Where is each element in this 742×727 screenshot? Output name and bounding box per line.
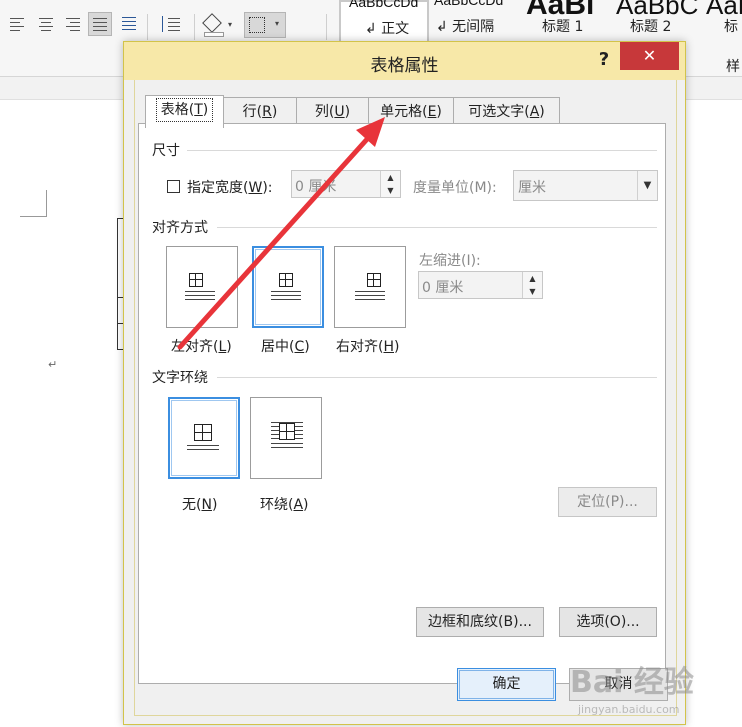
option-access-key: A [293,497,304,513]
align-center-icon[interactable] [36,12,60,36]
tab-label: 列 [314,104,329,120]
wrap-none-option[interactable] [168,397,240,479]
style-label: ↲ 无间隔 [436,19,495,35]
style-heading-2[interactable]: AaBbC 标题 2 [614,0,698,44]
options-button[interactable]: 选项(O)... [559,607,657,637]
align-left-glyph-icon [183,273,219,303]
wrap-around-label: 环绕(A) [260,497,309,513]
wrap-none-label: 无(N) [182,497,218,513]
spin-up-icon[interactable]: ▲ [523,272,542,285]
option-access-key: N [201,497,212,513]
justify-icon[interactable] [88,12,112,36]
align-right-icon[interactable] [62,12,86,36]
preferred-width-label: 指定宽度(W): [187,180,273,196]
table-properties-dialog: 表格属性 ? ✕ 表格(T) 行(R) 列(U) 单元格(E) 可选文字(A) … [123,41,686,725]
align-center-label: 居中(C) [261,339,310,355]
option-text: 左对齐 [171,339,213,355]
shading-icon[interactable]: ▾ [202,12,236,37]
borders-icon[interactable]: ▾ [244,12,286,38]
align-left-icon[interactable] [8,12,32,36]
tab-access-key: A [529,104,540,120]
style-label: 标题 1 [542,19,584,35]
left-indent-label: 左缩进(I): [419,253,481,269]
preferred-width-text: 指定宽度 [187,180,243,196]
tab-label: 单元格 [380,104,423,120]
preferred-width-access-key: W [248,180,263,196]
align-right-option[interactable] [334,246,406,328]
line-spacing-icon[interactable] [156,12,188,36]
preferred-width-checkbox[interactable] [167,180,180,193]
tab-access-key: U [334,104,345,120]
option-text: 居中 [261,339,289,355]
style-label: ↲ 正文 [365,21,410,37]
styles-group-label: 样 [726,59,740,75]
option-access-key: L [218,339,227,355]
select-value: 厘米 [518,180,546,196]
watermark-url: jingyan.baidu.com [578,703,680,716]
wrap-around-glyph-icon [269,420,305,450]
style-label: 标题 2 [630,19,672,35]
style-no-spacing[interactable]: AaBbCcDd ↲ 无间隔 [432,0,514,44]
styles-gallery: AaBbCcDd ↲ 正文 AaBbCcDd ↲ 无间隔 AaBl 标题 1 A… [338,0,742,48]
measure-unit-label: 度量单位(M): [413,180,497,196]
style-heading-1[interactable]: AaBl 标题 1 [522,0,604,44]
wrapping-section-title: 文字环绕 [152,370,208,386]
close-button[interactable]: ✕ [620,42,679,70]
tab-access-key: T [194,102,203,118]
align-right-glyph-icon [353,273,389,303]
table-border [117,218,118,350]
align-center-glyph-icon [269,273,305,303]
crop-mark [20,216,47,217]
paragraph-mark: ↵ [48,358,58,371]
tab-label: 行 [242,104,257,120]
option-access-key: C [294,339,305,355]
style-title[interactable]: AaB 标 [704,0,742,44]
tab-table[interactable]: 表格(T) [145,95,224,128]
option-access-key: H [383,339,394,355]
borders-and-shading-button[interactable]: 边框和底纹(B)... [416,607,544,637]
wrap-around-option[interactable] [250,397,322,479]
watermark-brand: Bai 经验 [570,665,694,700]
spin-down-icon[interactable]: ▼ [523,285,542,298]
align-left-label: 左对齐(L) [171,339,232,355]
left-indent-spinner[interactable]: 0 厘米 ▲ ▼ [418,271,543,299]
ok-button[interactable]: 确定 [457,668,556,701]
tab-access-key: R [262,104,272,120]
crop-mark [46,190,47,217]
section-divider [187,150,657,151]
spin-up-icon[interactable]: ▲ [381,171,400,184]
section-divider [217,377,657,378]
spinner-value: 0 厘米 [422,280,464,296]
align-left-option[interactable] [166,246,238,328]
spinner-value: 0 厘米 [295,179,337,195]
align-center-option[interactable] [252,246,324,328]
tab-access-key: E [427,104,437,120]
distribute-icon[interactable] [118,12,142,36]
tab-panel-table: 尺寸 指定宽度(W): 0 厘米 ▲▼ 度量单位(M): 厘米 ▼ 对齐方式 [138,123,666,684]
option-text: 环绕 [260,497,288,513]
spin-down-icon[interactable]: ▼ [381,184,400,197]
style-label: 标 [724,19,738,35]
style-preview: AaBbCcDd [349,0,419,10]
section-divider [217,227,657,228]
dialog-titlebar[interactable]: 表格属性 ? ✕ [124,42,685,80]
positioning-button[interactable]: 定位(P)... [558,487,657,517]
style-preview: AaBbCcDd [434,0,504,8]
alignment-section-title: 对齐方式 [152,220,208,236]
option-text: 右对齐 [336,339,378,355]
help-button[interactable]: ? [590,47,618,73]
tab-label: 可选文字 [468,104,525,120]
wrap-none-glyph-icon [185,424,221,454]
close-icon: ✕ [642,46,657,65]
chevron-down-icon: ▼ [637,171,657,200]
option-text: 无 [182,497,196,513]
preferred-width-spinner[interactable]: 0 厘米 ▲ ▼ [291,170,401,198]
tab-label: 表格 [160,102,189,118]
align-right-label: 右对齐(H) [336,339,400,355]
baidu-watermark: Bai 经验 jingyan.baidu.com [566,635,742,727]
measure-unit-select[interactable]: 厘米 ▼ [513,170,658,201]
size-section-title: 尺寸 [152,143,180,159]
